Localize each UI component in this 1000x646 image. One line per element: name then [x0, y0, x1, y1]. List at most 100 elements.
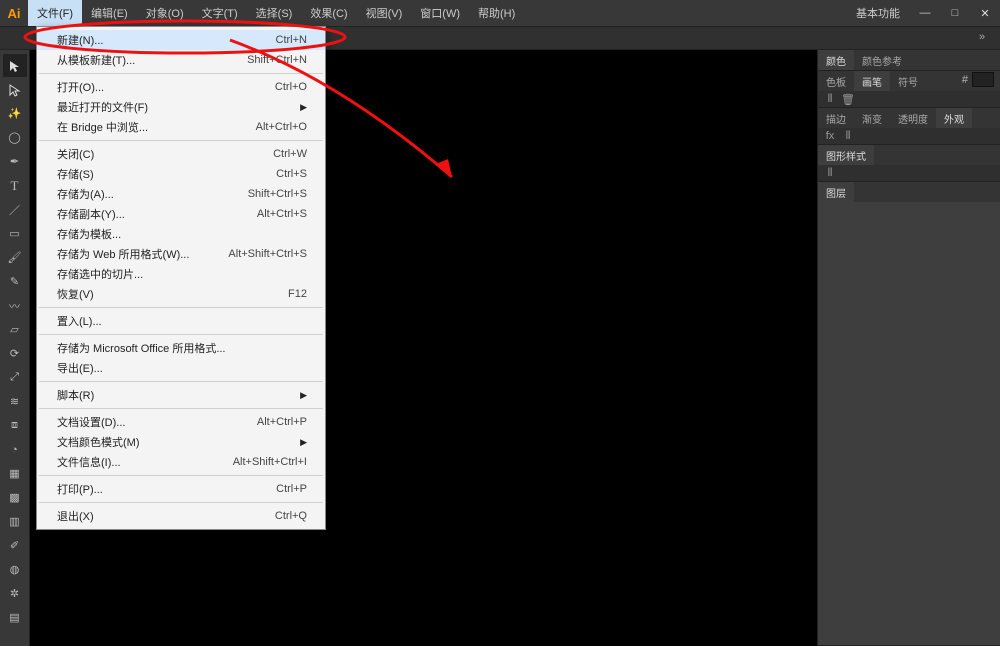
menu-item-label: 存储为 Microsoft Office 所用格式... [57, 340, 307, 356]
menu-item-label: 存储为(A)... [57, 186, 248, 202]
menu-item-29[interactable]: 退出(X)Ctrl+Q [37, 506, 325, 526]
menu-view[interactable]: 视图(V) [357, 0, 412, 26]
tool-width[interactable]: ≋ [3, 390, 27, 413]
panel-body-layers[interactable] [818, 202, 1000, 645]
menu-item-label: 打印(P)... [57, 481, 276, 497]
toolbar: ✨ ◯ ✒ T ／ ▭ 🖌 ✎ 〰 ▱ ⟳ ⤢ ≋ ⧈ ◔ ▦ ▩ ▥ ✐ ◍ … [0, 50, 30, 646]
menu-item-shortcut: Alt+Ctrl+O [256, 121, 307, 133]
tool-blob-brush[interactable]: 〰 [3, 294, 27, 317]
tool-gradient[interactable]: ▥ [3, 510, 27, 533]
menu-item-3[interactable]: 打开(O)...Ctrl+O [37, 77, 325, 97]
menu-item-label: 存储(S) [57, 166, 276, 182]
menu-item-11[interactable]: 存储为模板... [37, 224, 325, 244]
menu-effect[interactable]: 效果(C) [301, 0, 356, 26]
menu-type[interactable]: 文字(T) [193, 0, 247, 26]
submenu-arrow-icon: ▶ [300, 102, 307, 113]
tool-blend[interactable]: ◍ [3, 558, 27, 581]
menu-window[interactable]: 窗口(W) [411, 0, 469, 26]
submenu-arrow-icon: ▶ [300, 437, 307, 448]
tool-free-transform[interactable]: ⧈ [3, 414, 27, 437]
menu-edit[interactable]: 编辑(E) [82, 0, 137, 26]
menu-item-label: 导出(E)... [57, 360, 307, 376]
tool-mesh[interactable]: ▩ [3, 486, 27, 509]
menu-file[interactable]: 文件(F) [28, 0, 82, 26]
panel-group-appearance: 描边 渐变 透明度 外观 fx ⦀ [818, 108, 1000, 145]
tool-selection[interactable] [3, 54, 27, 77]
menu-item-21[interactable]: 脚本(R)▶ [37, 385, 325, 405]
tab-colour[interactable]: 颜色 [818, 50, 854, 70]
hex-swatch[interactable] [972, 72, 994, 87]
tab-brushes[interactable]: 画笔 [854, 71, 890, 91]
menu-item-label: 存储为 Web 所用格式(W)... [57, 246, 228, 262]
tab-swatches[interactable]: 色板 [818, 71, 854, 91]
menu-item-label: 脚本(R) [57, 387, 300, 403]
menu-item-shortcut: Alt+Shift+Ctrl+S [228, 248, 307, 260]
menu-item-9[interactable]: 存储为(A)...Shift+Ctrl+S [37, 184, 325, 204]
menu-separator [39, 307, 323, 308]
tool-type[interactable]: T [3, 174, 27, 197]
panel-menu-icon[interactable]: ⦀ [824, 93, 836, 105]
tool-magic-wand[interactable]: ✨ [3, 102, 27, 125]
menu-item-13[interactable]: 存储选中的切片... [37, 264, 325, 284]
tool-paint-brush[interactable]: 🖌 [3, 246, 27, 269]
tool-scale[interactable]: ⤢ [3, 366, 27, 389]
menu-separator [39, 408, 323, 409]
menu-item-8[interactable]: 存储(S)Ctrl+S [37, 164, 325, 184]
tool-shape-builder[interactable]: ◔ [3, 438, 27, 461]
menu-object[interactable]: 对象(O) [137, 0, 193, 26]
menu-item-shortcut: Shift+Ctrl+S [248, 188, 307, 200]
menu-item-shortcut: Alt+Ctrl+P [257, 416, 307, 428]
menu-item-10[interactable]: 存储副本(Y)...Alt+Ctrl+S [37, 204, 325, 224]
menu-item-27[interactable]: 打印(P)...Ctrl+P [37, 479, 325, 499]
menu-item-label: 退出(X) [57, 508, 275, 524]
menu-item-5[interactable]: 在 Bridge 中浏览...Alt+Ctrl+O [37, 117, 325, 137]
tab-colour-guide[interactable]: 颜色参考 [854, 50, 910, 70]
menu-item-18[interactable]: 存储为 Microsoft Office 所用格式... [37, 338, 325, 358]
tab-symbols[interactable]: 符号 [890, 71, 926, 91]
menu-item-label: 存储选中的切片... [57, 266, 307, 282]
fx-icon[interactable]: fx [824, 130, 836, 142]
tool-pen[interactable]: ✒ [3, 150, 27, 173]
tab-transparency[interactable]: 透明度 [890, 108, 936, 128]
tool-eyedropper[interactable]: ✐ [3, 534, 27, 557]
menu-item-label: 文档颜色模式(M) [57, 434, 300, 450]
tool-perspective[interactable]: ▦ [3, 462, 27, 485]
menu-item-23[interactable]: 文档设置(D)...Alt+Ctrl+P [37, 412, 325, 432]
panel-menu-icon[interactable]: ⦀ [842, 130, 854, 142]
tab-stroke[interactable]: 描边 [818, 108, 854, 128]
panel-menu-icon[interactable]: ⦀ [824, 167, 836, 179]
panels-collapse-icon[interactable]: » [972, 30, 992, 44]
tool-symbol-sprayer[interactable]: ✲ [3, 582, 27, 605]
tab-appearance[interactable]: 外观 [936, 108, 972, 128]
trash-icon[interactable]: 🗑 [842, 93, 854, 105]
menu-item-7[interactable]: 关闭(C)Ctrl+W [37, 144, 325, 164]
window-max-button[interactable]: □ [940, 0, 970, 26]
tab-graphic-styles[interactable]: 图形样式 [818, 145, 874, 165]
window-min-button[interactable]: — [910, 0, 940, 26]
tool-lasso[interactable]: ◯ [3, 126, 27, 149]
tool-graph[interactable]: ▤ [3, 606, 27, 629]
tool-direct-selection[interactable] [3, 78, 27, 101]
tab-layers[interactable]: 图层 [818, 182, 854, 202]
tool-rotate[interactable]: ⟳ [3, 342, 27, 365]
menu-help[interactable]: 帮助(H) [469, 0, 524, 26]
menu-item-24[interactable]: 文档颜色模式(M)▶ [37, 432, 325, 452]
menu-item-25[interactable]: 文件信息(I)...Alt+Shift+Ctrl+I [37, 452, 325, 472]
menu-item-19[interactable]: 导出(E)... [37, 358, 325, 378]
tool-line[interactable]: ／ [3, 198, 27, 221]
menu-item-4[interactable]: 最近打开的文件(F)▶ [37, 97, 325, 117]
menu-item-14[interactable]: 恢复(V)F12 [37, 284, 325, 304]
menu-item-16[interactable]: 置入(L)... [37, 311, 325, 331]
menu-item-1[interactable]: 从模板新建(T)...Shift+Ctrl+N [37, 50, 325, 70]
tool-eraser[interactable]: ▱ [3, 318, 27, 341]
menu-select[interactable]: 选择(S) [247, 0, 302, 26]
menu-item-label: 关闭(C) [57, 146, 273, 162]
workspace-switcher[interactable]: 基本功能 [846, 5, 910, 21]
tool-pencil[interactable]: ✎ [3, 270, 27, 293]
panel-foot-graphic-styles: ⦀ [818, 165, 1000, 181]
window-close-button[interactable]: ✕ [970, 0, 1000, 26]
menu-item-0[interactable]: 新建(N)...Ctrl+N [37, 30, 325, 50]
menu-item-12[interactable]: 存储为 Web 所用格式(W)...Alt+Shift+Ctrl+S [37, 244, 325, 264]
tab-gradient[interactable]: 渐变 [854, 108, 890, 128]
tool-rectangle[interactable]: ▭ [3, 222, 27, 245]
